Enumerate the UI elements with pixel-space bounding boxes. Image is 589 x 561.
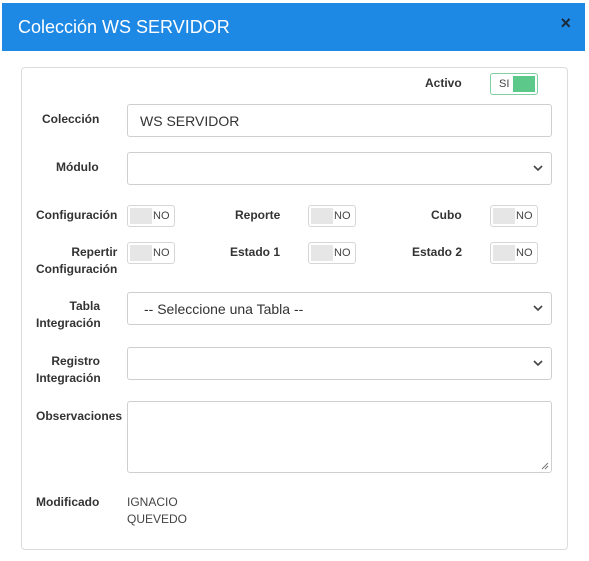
activo-toggle-text: SI [499, 78, 510, 90]
repetir-toggle[interactable]: NO [127, 242, 175, 264]
chevron-down-icon [533, 165, 543, 172]
observaciones-label: Observaciones [36, 409, 123, 423]
tabla-label-line1: Tabla [69, 299, 100, 313]
estado2-toggle[interactable]: NO [490, 242, 538, 264]
cubo-toggle[interactable]: NO [490, 205, 538, 227]
tabla-value: -- Seleccione una Tabla -- [144, 301, 304, 317]
estado1-label: Estado 1 [230, 245, 281, 259]
tabla-select[interactable]: -- Seleccione una Tabla -- [127, 292, 552, 325]
tabla-label-line2: Integración [36, 316, 101, 330]
configuracion-toggle[interactable]: NO [127, 205, 175, 227]
registro-select[interactable] [127, 347, 552, 380]
configuracion-label: Configuración [36, 208, 118, 222]
modal-title: Colección WS SERVIDOR [18, 17, 230, 37]
coleccion-input[interactable]: WS SERVIDOR [127, 104, 552, 137]
configuracion-toggle-text: NO [153, 210, 170, 222]
modal-dialog: Colección WS SERVIDOR × Activo SI Colecc… [0, 0, 589, 561]
reporte-toggle-text: NO [334, 210, 351, 222]
chevron-down-icon [533, 305, 543, 312]
modal-header: Colección WS SERVIDOR × [2, 3, 585, 51]
repetir-toggle-text: NO [153, 247, 170, 259]
reporte-label: Reporte [235, 208, 281, 222]
toggle-knob [493, 208, 515, 224]
estado2-toggle-text: NO [516, 247, 533, 259]
registro-label: Registro Integración [36, 353, 101, 387]
coleccion-value: WS SERVIDOR [140, 113, 240, 129]
activo-toggle[interactable]: SI [490, 73, 538, 95]
reporte-toggle[interactable]: NO [308, 205, 356, 227]
toggle-knob [513, 76, 535, 92]
observaciones-textarea[interactable] [127, 401, 552, 473]
modificado-value-line1: IGNACIO [127, 495, 178, 509]
resize-grip-icon[interactable] [541, 462, 549, 470]
form-panel: Activo SI Colección WS SERVIDOR Módulo C… [21, 67, 568, 550]
modificado-value: IGNACIO QUEVEDO [127, 494, 187, 528]
toggle-knob [311, 245, 333, 261]
cubo-toggle-text: NO [516, 210, 533, 222]
coleccion-label: Colección [42, 112, 100, 126]
registro-label-line2: Integración [36, 371, 101, 385]
modulo-label: Módulo [56, 160, 99, 174]
close-icon[interactable]: × [560, 13, 571, 33]
toggle-knob [130, 245, 152, 261]
tabla-label: Tabla Integración [36, 298, 101, 332]
toggle-knob [493, 245, 515, 261]
activo-label: Activo [425, 76, 462, 90]
chevron-down-icon [533, 360, 543, 367]
cubo-label: Cubo [431, 208, 462, 222]
estado1-toggle[interactable]: NO [308, 242, 356, 264]
registro-label-line1: Registro [51, 354, 100, 368]
toggle-knob [130, 208, 152, 224]
repetir-label-line2: Configuración [36, 262, 118, 276]
estado1-toggle-text: NO [334, 247, 351, 259]
modificado-value-line2: QUEVEDO [127, 512, 188, 526]
repetir-label-line1: Repertir [71, 245, 118, 259]
modulo-select[interactable] [127, 152, 552, 185]
toggle-knob [311, 208, 333, 224]
repetir-label: Repertir Configuración [36, 244, 117, 278]
estado2-label: Estado 2 [412, 245, 463, 259]
modificado-label: Modificado [36, 495, 100, 509]
